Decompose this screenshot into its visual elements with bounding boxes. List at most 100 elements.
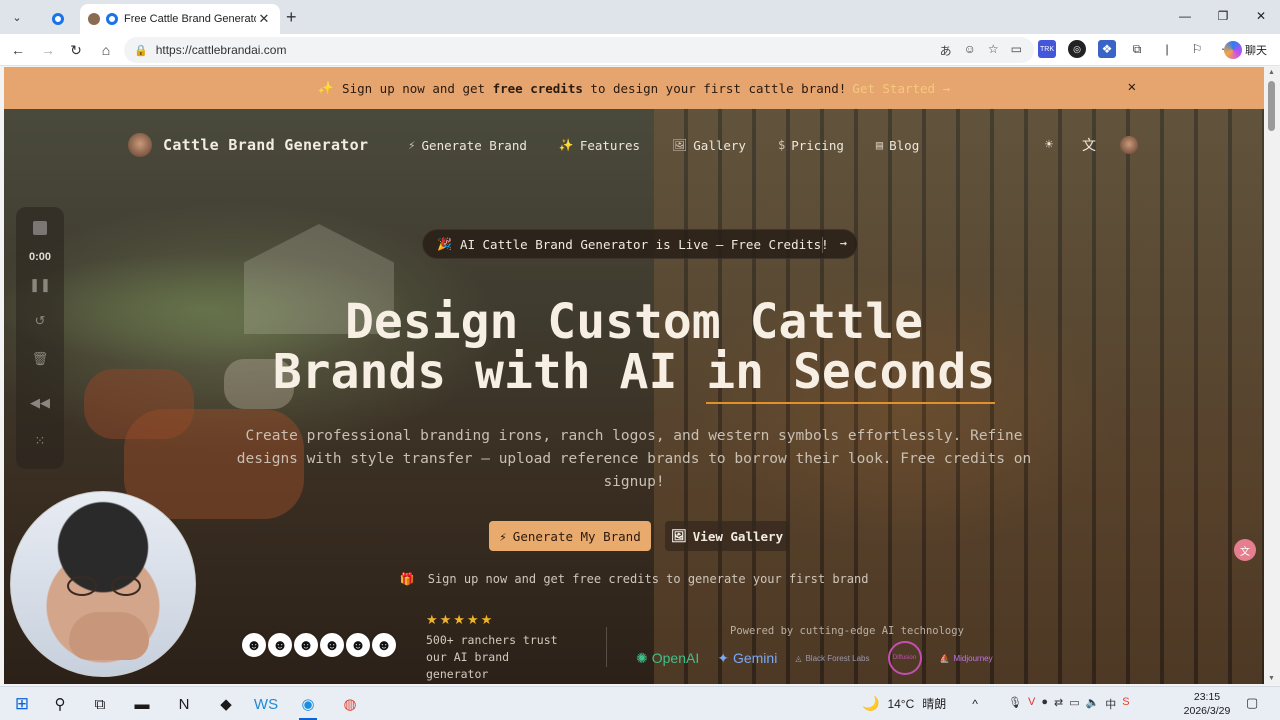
- brand-name[interactable]: Cattle Brand Generator: [163, 136, 368, 154]
- tray-app-icon[interactable]: ●: [1041, 696, 1048, 712]
- tab-favicon-icon: [52, 13, 64, 25]
- volume-icon[interactable]: 🔈: [1086, 696, 1100, 712]
- home-icon[interactable]: ⌂: [96, 40, 116, 60]
- browser-tab-inactive[interactable]: [40, 4, 76, 34]
- banner-prefix: Sign up now and get: [342, 80, 486, 96]
- extension-toolkit-icon[interactable]: TRK: [1038, 40, 1056, 58]
- new-tab-plus-icon[interactable]: +: [286, 7, 297, 28]
- drag-handle-icon[interactable]: ⁙: [16, 433, 64, 449]
- avatar: ☻: [344, 631, 372, 659]
- nav-label: Gallery: [693, 137, 746, 153]
- nav-pricing[interactable]: $ Pricing: [778, 138, 844, 153]
- maximize-icon[interactable]: ❐: [1204, 0, 1242, 32]
- search-icon[interactable]: ⚲: [48, 693, 72, 715]
- video-icon[interactable]: ▭: [1011, 42, 1022, 59]
- language-icon[interactable]: 文: [1080, 135, 1098, 155]
- browser-tab-active[interactable]: Free Cattle Brand Generator | ✕: [80, 4, 280, 34]
- pause-icon[interactable]: ❚❚: [16, 277, 64, 293]
- edge-browser-icon[interactable]: ◉: [296, 693, 320, 720]
- cursor-app-icon[interactable]: ◆: [214, 693, 238, 715]
- announcement-pill[interactable]: 🎉 AI Cattle Brand Generator is Live – Fr…: [422, 229, 858, 259]
- translate-icon[interactable]: あ: [940, 42, 952, 59]
- mic-icon[interactable]: 🎙: [1008, 696, 1022, 712]
- weather-widget[interactable]: 🌙 14°C 晴朗 ^: [862, 695, 978, 712]
- partner-logos: ✺ OpenAI ✦ Gemini ◬ Black Forest Labs Diffu…: [636, 641, 993, 675]
- view-gallery-button[interactable]: 🖼 View Gallery: [665, 521, 789, 551]
- extensions-puzzle-icon[interactable]: ⧉: [1128, 40, 1146, 58]
- powered-by-text: Powered by cutting-edge AI technology: [730, 625, 964, 637]
- weather-temp: 14°C: [887, 696, 915, 711]
- party-icon: 🎉: [437, 237, 452, 251]
- notification-icon[interactable]: ▢: [1246, 695, 1258, 711]
- extension-badge-icon[interactable]: ❖: [1098, 40, 1116, 58]
- divider-icon: |: [1165, 42, 1169, 56]
- sparkle-icon: ✨: [317, 80, 335, 96]
- windows-start-icon[interactable]: ⊞: [10, 693, 34, 715]
- weather-icon: 🌙: [862, 695, 880, 711]
- extension-openai-icon[interactable]: ◎: [1068, 40, 1086, 58]
- gift-icon: 🎁: [399, 572, 415, 586]
- window-controls: — ❐ ✕: [1166, 0, 1280, 32]
- tab-title: Free Cattle Brand Generator |: [124, 13, 256, 25]
- minimize-icon[interactable]: —: [1166, 0, 1204, 32]
- reload-icon[interactable]: ↻: [66, 40, 86, 60]
- lock-icon[interactable]: 🔒: [134, 44, 148, 57]
- system-clock[interactable]: 23:15 2026/3/29: [1172, 690, 1242, 718]
- rewind-icon[interactable]: ◀◀: [16, 395, 64, 411]
- scrollbar-thumb[interactable]: [1268, 81, 1275, 131]
- stop-record-icon[interactable]: [33, 221, 47, 235]
- chrome-browser-icon[interactable]: ◍: [338, 693, 362, 715]
- nav-blog[interactable]: ▤ Blog: [876, 138, 919, 153]
- nav-generate-brand[interactable]: ⚡ Generate Brand: [408, 138, 527, 153]
- usb-icon[interactable]: ⇄: [1054, 696, 1063, 712]
- favorite-star-icon[interactable]: ☆: [988, 42, 999, 59]
- network-icon[interactable]: ▭: [1069, 696, 1079, 712]
- tray-app-icon[interactable]: V: [1028, 696, 1035, 712]
- brand-logo-icon[interactable]: [128, 133, 152, 157]
- lightning-icon: ⚡: [408, 138, 416, 152]
- notion-app-icon[interactable]: N: [172, 693, 196, 715]
- collections-icon[interactable]: ⚐: [1188, 40, 1206, 58]
- webcam-overlay: [10, 491, 196, 677]
- nav-gallery[interactable]: 🖼 Gallery: [672, 138, 746, 153]
- generate-my-brand-button[interactable]: ⚡ Generate My Brand: [489, 521, 651, 551]
- windows-taskbar: ⊞ ⚲ ⧉ ▬ N ◆ WS ◉ ◍ 🌙 14°C 晴朗 ^ 🎙 V ● ⇄ ▭…: [0, 686, 1280, 720]
- restart-icon[interactable]: ↺: [16, 313, 64, 329]
- scroll-down-icon[interactable]: ▼: [1268, 675, 1275, 682]
- scroll-up-icon[interactable]: ▲: [1268, 69, 1275, 76]
- sparkles-icon: ✨: [558, 138, 574, 152]
- black-forest-labs-logo: ◬ Black Forest Labs: [795, 653, 870, 663]
- banner-get-started-link[interactable]: Get Started →: [852, 81, 950, 96]
- button-label: View Gallery: [692, 528, 784, 544]
- nav-label: Generate Brand: [421, 137, 527, 153]
- tray-chevron-up-icon[interactable]: ^: [972, 697, 978, 711]
- banner-suffix: to design your first cattle brand!: [590, 80, 847, 96]
- back-arrow-icon[interactable]: ←: [8, 40, 28, 60]
- theme-sun-icon[interactable]: ☀: [1040, 137, 1058, 153]
- banner-close-icon[interactable]: ✕: [1128, 79, 1136, 95]
- promo-banner: ✨ Sign up now and get free credits to de…: [4, 67, 1264, 109]
- webstorm-app-icon[interactable]: WS: [254, 693, 278, 715]
- webcam-hand: [69, 612, 149, 660]
- tab-actions-chevron-icon[interactable]: ⌄: [6, 6, 28, 28]
- ime-label[interactable]: 中: [1105, 696, 1116, 712]
- nav-label: Features: [579, 137, 641, 153]
- address-bar[interactable]: 🔒 https://cattlebrandai.com あ ☺ ☆ ▭: [124, 37, 1034, 63]
- page-scrollbar[interactable]: ▲ ▼: [1264, 67, 1280, 684]
- delete-icon[interactable]: 🗑: [16, 351, 64, 367]
- close-window-icon[interactable]: ✕: [1242, 0, 1280, 32]
- nav-features[interactable]: ✨ Features: [559, 138, 640, 153]
- forward-arrow-icon[interactable]: →: [38, 40, 58, 60]
- weather-text: 晴朗: [922, 697, 947, 711]
- floating-translate-icon[interactable]: 文: [1234, 539, 1256, 561]
- terminal-app-icon[interactable]: ▬: [130, 693, 154, 715]
- user-avatar[interactable]: [1120, 136, 1138, 154]
- clock-date: 2026/3/29: [1183, 705, 1231, 717]
- input-method-icon[interactable]: S: [1122, 696, 1129, 712]
- tab-close-icon[interactable]: ✕: [256, 11, 272, 27]
- reader-icon[interactable]: ☺: [964, 42, 976, 59]
- pill-divider: [822, 237, 823, 253]
- task-view-icon[interactable]: ⧉: [88, 693, 112, 715]
- copilot-button[interactable]: 聊天: [1224, 41, 1267, 59]
- copilot-label: 聊天: [1245, 45, 1267, 57]
